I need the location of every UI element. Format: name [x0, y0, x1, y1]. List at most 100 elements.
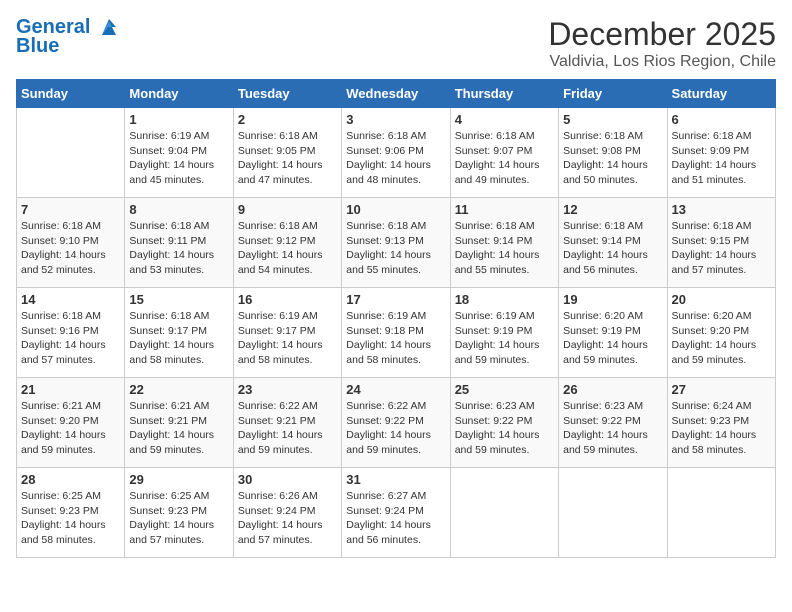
logo: General Blue — [16, 16, 120, 58]
day-number: 3 — [346, 112, 445, 127]
header-tuesday: Tuesday — [233, 80, 341, 108]
cell-info: Sunrise: 6:18 AMSunset: 9:14 PMDaylight:… — [455, 219, 554, 278]
cell-info: Sunrise: 6:20 AMSunset: 9:20 PMDaylight:… — [672, 309, 771, 368]
cell-info: Sunrise: 6:18 AMSunset: 9:07 PMDaylight:… — [455, 129, 554, 188]
calendar-cell: 16Sunrise: 6:19 AMSunset: 9:17 PMDayligh… — [233, 288, 341, 378]
day-number: 10 — [346, 202, 445, 217]
day-number: 11 — [455, 202, 554, 217]
cell-info: Sunrise: 6:19 AMSunset: 9:19 PMDaylight:… — [455, 309, 554, 368]
day-number: 5 — [563, 112, 662, 127]
day-number: 22 — [129, 382, 228, 397]
cell-info: Sunrise: 6:27 AMSunset: 9:24 PMDaylight:… — [346, 489, 445, 548]
calendar-cell: 5 Sunrise: 6:18 AMSunset: 9:08 PMDaylight… — [559, 108, 667, 198]
day-number: 15 — [129, 292, 228, 307]
cell-info: Sunrise: 6:23 AMSunset: 9:22 PMDaylight:… — [455, 399, 554, 458]
header-thursday: Thursday — [450, 80, 558, 108]
page-header: General Blue December 2025 Valdivia, Los… — [16, 16, 776, 71]
cell-info: Sunrise: 6:22 AMSunset: 9:21 PMDaylight:… — [238, 399, 337, 458]
calendar-cell: 22 Sunrise: 6:21 AMSunset: 9:21 PMDayligh… — [125, 378, 233, 468]
cell-info: Sunrise: 6:22 AMSunset: 9:22 PMDaylight:… — [346, 399, 445, 458]
calendar-cell: 3 Sunrise: 6:18 AMSunset: 9:06 PMDaylight… — [342, 108, 450, 198]
calendar-cell: 29 Sunrise: 6:25 AMSunset: 9:23 PMDayligh… — [125, 468, 233, 558]
day-number: 23 — [238, 382, 337, 397]
calendar-cell — [559, 468, 667, 558]
calendar-cell: 17 Sunrise: 6:19 AMSunset: 9:18 PMDayligh… — [342, 288, 450, 378]
calendar-week-row: 7 Sunrise: 6:18 AMSunset: 9:10 PMDaylight… — [17, 198, 776, 288]
day-number: 26 — [563, 382, 662, 397]
calendar-cell: 21Sunrise: 6:21 AMSunset: 9:20 PMDayligh… — [17, 378, 125, 468]
calendar-week-row: 21Sunrise: 6:21 AMSunset: 9:20 PMDayligh… — [17, 378, 776, 468]
cell-info: Sunrise: 6:18 AMSunset: 9:06 PMDaylight:… — [346, 129, 445, 188]
calendar-cell: 12Sunrise: 6:18 AMSunset: 9:14 PMDayligh… — [559, 198, 667, 288]
day-number: 16 — [238, 292, 337, 307]
cell-info: Sunrise: 6:20 AMSunset: 9:19 PMDaylight:… — [563, 309, 662, 368]
cell-info: Sunrise: 6:18 AMSunset: 9:11 PMDaylight:… — [129, 219, 228, 278]
calendar-cell: 13Sunrise: 6:18 AMSunset: 9:15 PMDayligh… — [667, 198, 775, 288]
calendar-week-row: 1Sunrise: 6:19 AMSunset: 9:04 PMDaylight… — [17, 108, 776, 198]
day-number: 28 — [21, 472, 120, 487]
day-number: 4 — [455, 112, 554, 127]
location-subtitle: Valdivia, Los Rios Region, Chile — [548, 53, 776, 71]
header-sunday: Sunday — [17, 80, 125, 108]
calendar-cell: 2 Sunrise: 6:18 AMSunset: 9:05 PMDaylight… — [233, 108, 341, 198]
cell-info: Sunrise: 6:18 AMSunset: 9:05 PMDaylight:… — [238, 129, 337, 188]
day-number: 21 — [21, 382, 120, 397]
calendar-week-row: 28 Sunrise: 6:25 AMSunset: 9:23 PMDayligh… — [17, 468, 776, 558]
day-number: 6 — [672, 112, 771, 127]
cell-info: Sunrise: 6:24 AMSunset: 9:23 PMDaylight:… — [672, 399, 771, 458]
day-number: 27 — [672, 382, 771, 397]
cell-info: Sunrise: 6:19 AMSunset: 9:18 PMDaylight:… — [346, 309, 445, 368]
cell-info: Sunrise: 6:26 AMSunset: 9:24 PMDaylight:… — [238, 489, 337, 548]
header-friday: Friday — [559, 80, 667, 108]
calendar-cell: 19 Sunrise: 6:20 AMSunset: 9:19 PMDayligh… — [559, 288, 667, 378]
title-block: December 2025 Valdivia, Los Rios Region,… — [548, 16, 776, 71]
calendar-week-row: 14 Sunrise: 6:18 AMSunset: 9:16 PMDayligh… — [17, 288, 776, 378]
day-number: 31 — [346, 472, 445, 487]
day-number: 20 — [672, 292, 771, 307]
day-number: 2 — [238, 112, 337, 127]
cell-info: Sunrise: 6:23 AMSunset: 9:22 PMDaylight:… — [563, 399, 662, 458]
calendar-cell: 8 Sunrise: 6:18 AMSunset: 9:11 PMDaylight… — [125, 198, 233, 288]
day-number: 13 — [672, 202, 771, 217]
calendar-cell: 1Sunrise: 6:19 AMSunset: 9:04 PMDaylight… — [125, 108, 233, 198]
day-number: 8 — [129, 202, 228, 217]
calendar-cell: 18 Sunrise: 6:19 AMSunset: 9:19 PMDayligh… — [450, 288, 558, 378]
calendar-cell: 30 Sunrise: 6:26 AMSunset: 9:24 PMDayligh… — [233, 468, 341, 558]
day-number: 17 — [346, 292, 445, 307]
cell-info: Sunrise: 6:18 AMSunset: 9:08 PMDaylight:… — [563, 129, 662, 188]
day-number: 29 — [129, 472, 228, 487]
calendar-cell: 10 Sunrise: 6:18 AMSunset: 9:13 PMDayligh… — [342, 198, 450, 288]
cell-info: Sunrise: 6:18 AMSunset: 9:12 PMDaylight:… — [238, 219, 337, 278]
calendar-cell: 4 Sunrise: 6:18 AMSunset: 9:07 PMDaylight… — [450, 108, 558, 198]
cell-info: Sunrise: 6:18 AMSunset: 9:16 PMDaylight:… — [21, 309, 120, 368]
calendar-cell: 31 Sunrise: 6:27 AMSunset: 9:24 PMDayligh… — [342, 468, 450, 558]
calendar-cell — [450, 468, 558, 558]
cell-info: Sunrise: 6:18 AMSunset: 9:17 PMDaylight:… — [129, 309, 228, 368]
day-number: 9 — [238, 202, 337, 217]
day-number: 18 — [455, 292, 554, 307]
calendar-cell: 24Sunrise: 6:22 AMSunset: 9:22 PMDayligh… — [342, 378, 450, 468]
calendar-cell: 9 Sunrise: 6:18 AMSunset: 9:12 PMDaylight… — [233, 198, 341, 288]
calendar-table: SundayMondayTuesdayWednesdayThursdayFrid… — [16, 79, 776, 558]
day-number: 7 — [21, 202, 120, 217]
calendar-cell: 7 Sunrise: 6:18 AMSunset: 9:10 PMDaylight… — [17, 198, 125, 288]
day-number: 19 — [563, 292, 662, 307]
logo-icon — [98, 17, 120, 39]
calendar-cell: 14 Sunrise: 6:18 AMSunset: 9:16 PMDayligh… — [17, 288, 125, 378]
cell-info: Sunrise: 6:25 AMSunset: 9:23 PMDaylight:… — [21, 489, 120, 548]
day-number: 30 — [238, 472, 337, 487]
month-title: December 2025 — [548, 16, 776, 53]
calendar-cell — [667, 468, 775, 558]
calendar-cell: 28 Sunrise: 6:25 AMSunset: 9:23 PMDayligh… — [17, 468, 125, 558]
calendar-cell: 27 Sunrise: 6:24 AMSunset: 9:23 PMDayligh… — [667, 378, 775, 468]
cell-info: Sunrise: 6:18 AMSunset: 9:10 PMDaylight:… — [21, 219, 120, 278]
calendar-cell: 20 Sunrise: 6:20 AMSunset: 9:20 PMDayligh… — [667, 288, 775, 378]
cell-info: Sunrise: 6:18 AMSunset: 9:13 PMDaylight:… — [346, 219, 445, 278]
day-number: 14 — [21, 292, 120, 307]
cell-info: Sunrise: 6:21 AMSunset: 9:21 PMDaylight:… — [129, 399, 228, 458]
cell-info: Sunrise: 6:25 AMSunset: 9:23 PMDaylight:… — [129, 489, 228, 548]
calendar-cell — [17, 108, 125, 198]
calendar-cell: 25 Sunrise: 6:23 AMSunset: 9:22 PMDayligh… — [450, 378, 558, 468]
cell-info: Sunrise: 6:19 AMSunset: 9:04 PMDaylight:… — [129, 129, 228, 188]
day-number: 25 — [455, 382, 554, 397]
